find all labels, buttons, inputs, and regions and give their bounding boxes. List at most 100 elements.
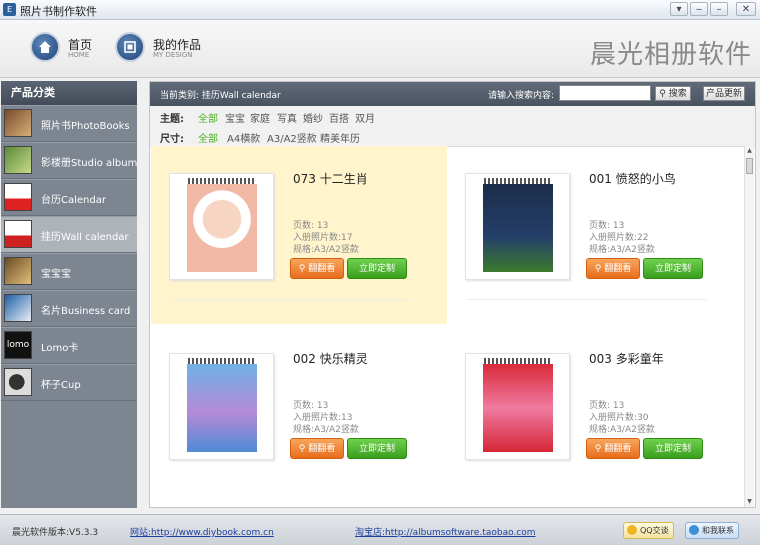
product-card[interactable]: 073 十二生肖 页数: 13 入册照片数:17 规格:A3/A2竖款 ⚲ 翻翻… [151,146,447,324]
size-option-all[interactable]: 全部 [198,130,218,145]
search-button-label: 搜索 [668,89,687,99]
theme-option-all[interactable]: 全部 [198,110,218,125]
flip-preview-button[interactable]: ⚲ 翻翻看 [586,438,640,459]
sidebar-item-cup[interactable]: 杯子Cup [1,364,137,401]
card-divider [171,299,411,300]
sidebar-item-business-card[interactable]: 名片Business card [1,290,137,327]
theme-option-wedding[interactable]: 婚纱 [303,110,323,125]
product-thumbnail[interactable] [169,173,274,280]
qq-chat-button[interactable]: QQ交谈 [623,522,674,539]
scroll-thumb[interactable] [746,158,753,174]
product-card[interactable]: 003 多彩童年 页数: 13 入册照片数:30 规格:A3/A2竖款 ⚲ 翻翻… [447,326,743,504]
sidebar-item-label: 杯子Cup [41,380,81,391]
product-spec: 规格:A3/A2竖款 [293,425,359,435]
search-icon: ⚲ [659,89,666,99]
theme-option-baby[interactable]: 宝宝 [225,110,245,125]
desk-calendar-thumb-icon [4,183,32,211]
home-nav-button[interactable]: 首页 HOME [30,32,100,66]
theme-option-portrait[interactable]: 写真 [277,110,297,125]
search-button[interactable]: ⚲ 搜索 [655,86,691,101]
contact-me-button[interactable]: 和我联系 [685,522,739,539]
sidebar-item-wall-calendar[interactable]: 挂历Wall calendar [1,216,137,253]
product-card[interactable]: 002 快乐精灵 页数: 13 入册照片数:13 规格:A3/A2竖款 ⚲ 翻翻… [151,326,447,504]
close-button[interactable]: ✕ [736,2,756,16]
size-option-a4-landscape[interactable]: A4横款 [227,130,260,145]
scroll-up-arrow-icon[interactable]: ▲ [745,146,754,156]
category-bar: 当前类别: 挂历Wall calendar 请输入搜索内容: ⚲ 搜索 产品更新 [150,82,755,106]
version-text: 晨光软件版本:V5.3.3 [12,528,99,538]
product-title: 002 快乐精灵 [293,352,368,366]
search-input[interactable] [559,85,651,101]
window-title: 照片书制作软件 [20,5,97,18]
title-bar: E 照片书制作软件 ▾ ‒ – ✕ [0,0,760,20]
size-option-annual-calendar[interactable]: 精美年历 [320,130,360,145]
flip-preview-button[interactable]: ⚲ 翻翻看 [290,258,344,279]
theme-option-family[interactable]: 家庭 [250,110,270,125]
order-now-button[interactable]: 立即定制 [643,438,703,459]
sidebar-item-calendar[interactable]: 台历Calendar [1,179,137,216]
product-title: 073 十二生肖 [293,172,368,186]
baby-photo-image [187,184,257,272]
product-update-button[interactable]: 产品更新 [703,86,745,101]
taobao-shop-link[interactable]: 淘宝店:http://albumsoftware.taobao.com [355,525,536,538]
product-title: 003 多彩童年 [589,352,664,366]
theme-option-universal[interactable]: 百搭 [329,110,349,125]
vertical-scrollbar[interactable]: ▲ ▼ [744,146,754,507]
flip-preview-label: 翻翻看 [308,264,336,274]
size-filter-label: 尺寸: [160,134,184,145]
search-label: 请输入搜索内容: [488,91,555,101]
happy-elf-image [187,364,257,452]
flip-preview-button[interactable]: ⚲ 翻翻看 [586,258,640,279]
order-now-button[interactable]: 立即定制 [347,258,407,279]
app-icon: E [3,3,16,16]
product-thumbnail[interactable] [169,353,274,460]
photobook-thumb-icon [4,109,32,137]
home-icon [30,32,60,62]
qq-chat-label: QQ交谈 [640,526,669,535]
my-design-sublabel: MY DESIGN [153,51,193,59]
minimize-button[interactable]: – [710,2,728,16]
size-filter-row: 尺寸: 全部 A4横款 A3/A2竖款 精美年历 [150,126,755,147]
magnifier-icon: ⚲ [594,444,602,454]
sidebar-item-baby-book[interactable]: 宝宝宝 [1,253,137,290]
flip-preview-label: 翻翻看 [604,444,632,454]
cup-thumb-icon [4,368,32,396]
current-category: 当前类别: 挂历Wall calendar [160,91,281,101]
product-spec: 规格:A3/A2竖款 [589,245,655,255]
product-card[interactable]: 001 愤怒的小鸟 页数: 13 入册照片数:22 规格:A3/A2竖款 ⚲ 翻… [447,146,743,324]
sidebar-item-label: 宝宝宝 [41,269,71,280]
sidebar-item-studio-album[interactable]: 影楼册Studio album [1,142,137,179]
contact-me-label: 和我联系 [702,526,734,535]
product-thumbnail[interactable] [465,353,570,460]
order-now-button[interactable]: 立即定制 [347,438,407,459]
flip-preview-button[interactable]: ⚲ 翻翻看 [290,438,344,459]
theme-filter-label: 主题: [160,114,184,125]
sidebar-item-label: Lomo卡 [41,343,79,354]
menu-dropdown-button[interactable]: ▾ [670,2,688,16]
sidebar-item-photobooks[interactable]: 照片书PhotoBooks [1,105,137,142]
studio-album-thumb-icon [4,146,32,174]
size-option-a3-a2-portrait[interactable]: A3/A2竖款 [267,130,317,145]
product-thumbnail[interactable] [465,173,570,280]
sidebar-item-label: 挂历Wall calendar [41,232,129,243]
website-link[interactable]: 网站:http://www.diybook.com.cn [130,525,274,538]
sidebar-item-label: 影楼册Studio album [41,158,138,169]
sidebar-item-label: 名片Business card [41,306,131,317]
theme-option-bimonthly[interactable]: 双月 [355,110,375,125]
brand-logo-text: 晨光相册软件 [589,40,752,70]
baby-book-thumb-icon [4,257,32,285]
product-title: 001 愤怒的小鸟 [589,172,676,186]
lomo-card-thumb-icon: lomo [4,331,32,359]
help-button[interactable]: ‒ [690,2,708,16]
sidebar-item-lomo-card[interactable]: lomo Lomo卡 [1,327,137,364]
magnifier-icon: ⚲ [594,264,602,274]
my-design-nav-button[interactable]: 我的作品 MY DESIGN [115,32,215,66]
my-design-icon [115,32,145,62]
product-grid: 073 十二生肖 页数: 13 入册照片数:17 规格:A3/A2竖款 ⚲ 翻翻… [151,146,743,507]
card-divider [467,299,707,300]
order-now-button[interactable]: 立即定制 [643,258,703,279]
flip-preview-label: 翻翻看 [604,264,632,274]
colorful-childhood-image [483,364,553,452]
scroll-down-arrow-icon[interactable]: ▼ [745,497,754,507]
status-bar: 晨光软件版本:V5.3.3 网站:http://www.diybook.com.… [0,514,760,545]
